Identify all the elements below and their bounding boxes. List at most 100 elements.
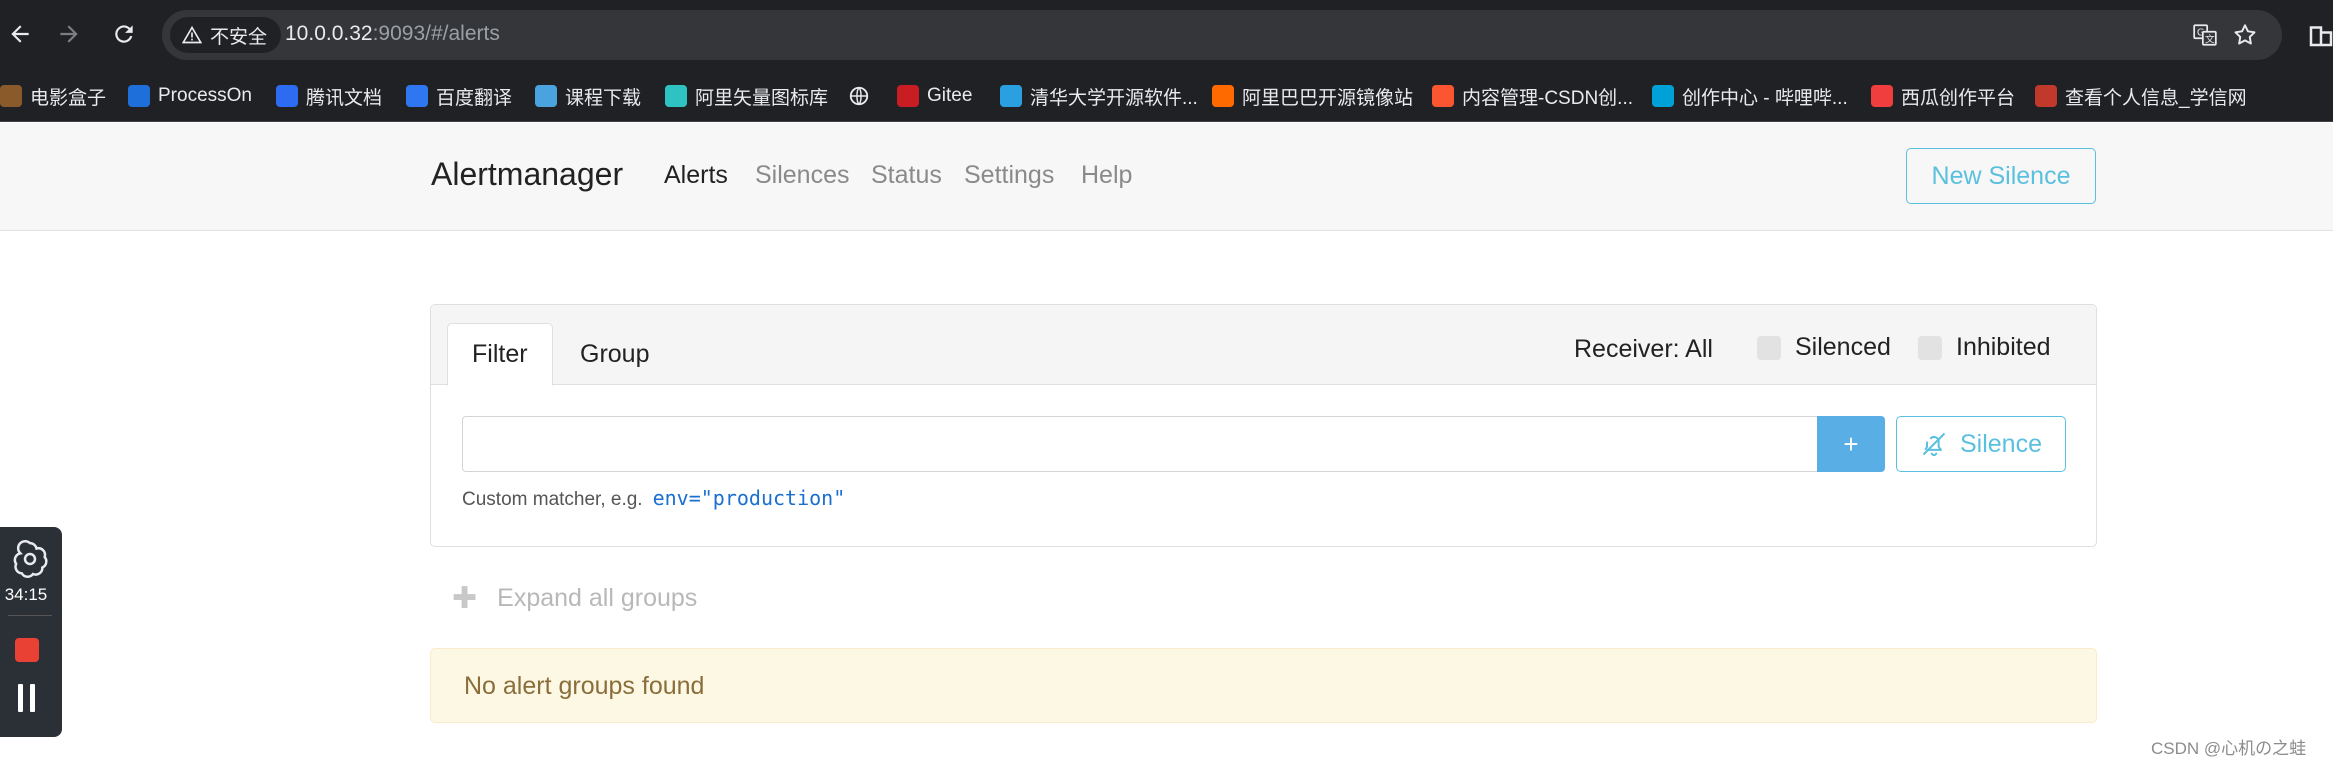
silence-button-label: Silence bbox=[1960, 429, 2042, 458]
bookmark-item[interactable]: 电影盒子 bbox=[0, 70, 106, 122]
plus-icon: ✚ bbox=[452, 582, 478, 615]
recorder-divider bbox=[8, 615, 52, 616]
brand-link[interactable]: Alertmanager bbox=[431, 156, 623, 193]
bookmark-star-button[interactable] bbox=[2230, 20, 2260, 50]
gitee-icon bbox=[897, 85, 919, 107]
film-icon bbox=[0, 85, 22, 107]
translate-icon: G文 bbox=[2193, 24, 2217, 46]
url-host: 10.0.0.32 bbox=[285, 22, 373, 45]
bookmark-label: 清华大学开源软件... bbox=[1030, 87, 1198, 109]
new-silence-button[interactable]: New Silence bbox=[1906, 148, 2096, 204]
extension-icon bbox=[2309, 26, 2333, 47]
browser-toolbar: 不安全 10.0.0.32:9093/#/alerts G文 bbox=[0, 0, 2333, 70]
bookmark-item[interactable]: 阿里巴巴开源镜像站 bbox=[1212, 70, 1413, 122]
hint-text: Custom matcher, e.g. bbox=[462, 489, 643, 510]
bookmark-item[interactable]: 创作中心 - 哔哩哔... bbox=[1652, 70, 1848, 122]
expand-all-groups-label: Expand all groups bbox=[497, 584, 698, 612]
pause-record-button[interactable] bbox=[16, 684, 38, 712]
bookmark-item[interactable]: 清华大学开源软件... bbox=[1000, 70, 1198, 122]
bookmark-item[interactable]: ProcessOn bbox=[128, 70, 252, 122]
silenced-checkbox[interactable]: Silenced bbox=[1757, 333, 1891, 362]
matcher-hint: Custom matcher, e.g. env="production" bbox=[462, 486, 845, 511]
bookmark-item[interactable]: 西瓜创作平台 bbox=[1871, 70, 2015, 122]
empty-alert-message: No alert groups found bbox=[430, 648, 2097, 723]
pause-icon-bar-left bbox=[18, 684, 23, 712]
aliyun-icon bbox=[1212, 85, 1234, 107]
nav-status[interactable]: Status bbox=[871, 161, 942, 190]
bookmark-label: 阿里巴巴开源镜像站 bbox=[1242, 87, 1414, 109]
bookmark-label: 腾讯文档 bbox=[306, 87, 383, 109]
nav-settings[interactable]: Settings bbox=[964, 161, 1054, 190]
bookmark-label: 西瓜创作平台 bbox=[1901, 87, 2016, 109]
stop-record-button[interactable] bbox=[15, 638, 39, 662]
bookmark-label: 创作中心 - 哔哩哔... bbox=[1682, 87, 1848, 109]
pause-icon-bar-right bbox=[30, 684, 35, 712]
bookmarks-bar: 电影盒子 ProcessOn 腾讯文档 百度翻译 课程下载 阿里矢量图标库 Gitee 清华大… bbox=[0, 70, 2333, 122]
bookmark-label: 阿里矢量图标库 bbox=[695, 87, 829, 109]
back-arrow-icon bbox=[11, 25, 29, 43]
globe-icon bbox=[848, 85, 870, 107]
hint-example: env="production" bbox=[652, 486, 846, 510]
matcher-input[interactable] bbox=[462, 416, 1818, 472]
add-matcher-button[interactable]: + bbox=[1817, 416, 1885, 472]
course-download-icon bbox=[535, 85, 557, 107]
silenced-label: Silenced bbox=[1795, 333, 1891, 361]
reload-icon bbox=[115, 25, 133, 43]
inhibited-checkbox-box[interactable] bbox=[1918, 335, 1942, 360]
chsi-icon bbox=[2035, 85, 2057, 107]
bell-slash-icon bbox=[1922, 432, 1946, 457]
screen-recorder-widget: 34:15 bbox=[0, 527, 62, 737]
nav-help[interactable]: Help bbox=[1081, 161, 1132, 190]
silenced-checkbox-box[interactable] bbox=[1757, 335, 1781, 360]
watermark: CSDN @心机の之蛙 bbox=[2151, 739, 2307, 758]
inhibited-checkbox[interactable]: Inhibited bbox=[1918, 333, 2051, 362]
recorder-time: 34:15 bbox=[4, 585, 48, 604]
tencent-docs-icon bbox=[276, 85, 298, 107]
app-navbar: Alertmanager Alerts Silences Status Sett… bbox=[0, 123, 2333, 231]
bilibili-icon bbox=[1652, 85, 1674, 107]
inhibited-label: Inhibited bbox=[1956, 333, 2051, 361]
star-icon bbox=[2234, 24, 2256, 45]
svg-text:文: 文 bbox=[2205, 33, 2215, 46]
bookmark-label: 课程下载 bbox=[565, 87, 642, 109]
bookmark-label: 内容管理-CSDN创... bbox=[1462, 87, 1634, 109]
forward-button[interactable] bbox=[49, 14, 89, 54]
silence-button[interactable]: Silence bbox=[1896, 416, 2066, 472]
warning-icon bbox=[182, 25, 202, 44]
processon-icon bbox=[128, 85, 150, 107]
empty-alert-text: No alert groups found bbox=[464, 672, 705, 700]
bookmark-item[interactable]: 课程下载 bbox=[535, 70, 641, 122]
extensions-button[interactable] bbox=[2306, 20, 2333, 50]
bookmark-item[interactable] bbox=[848, 70, 870, 122]
bookmark-label: 查看个人信息_学信网 bbox=[2065, 87, 2247, 109]
bookmark-item[interactable]: 查看个人信息_学信网 bbox=[2035, 70, 2247, 122]
bookmark-item[interactable]: 阿里矢量图标库 bbox=[665, 70, 828, 122]
tab-filter[interactable]: Filter bbox=[447, 323, 553, 386]
nav-silences[interactable]: Silences bbox=[755, 161, 850, 190]
recorder-logo-icon bbox=[13, 540, 48, 578]
bookmark-label: Gitee bbox=[927, 85, 973, 106]
reload-button[interactable] bbox=[104, 14, 144, 54]
bookmark-label: 电影盒子 bbox=[30, 87, 107, 109]
iconfont-icon bbox=[665, 85, 687, 107]
url-text: 10.0.0.32:9093/#/alerts bbox=[285, 22, 500, 46]
forward-arrow-icon bbox=[60, 25, 78, 43]
translate-button[interactable]: G文 bbox=[2190, 20, 2220, 50]
bookmark-item[interactable]: 腾讯文档 bbox=[276, 70, 382, 122]
receiver-dropdown[interactable]: Receiver: All bbox=[1574, 335, 1713, 364]
back-button[interactable] bbox=[0, 14, 40, 54]
security-chip[interactable]: 不安全 bbox=[170, 17, 282, 53]
filter-card: Filter Group Receiver: All Silenced Inhi… bbox=[430, 304, 2097, 547]
security-label: 不安全 bbox=[210, 26, 268, 48]
bookmark-label: ProcessOn bbox=[158, 85, 252, 106]
bookmark-label: 百度翻译 bbox=[436, 87, 513, 109]
nav-alerts[interactable]: Alerts bbox=[664, 161, 728, 190]
address-bar[interactable]: 不安全 10.0.0.32:9093/#/alerts G文 bbox=[162, 10, 2282, 60]
baidu-translate-icon bbox=[406, 85, 428, 107]
tab-group[interactable]: Group bbox=[556, 323, 673, 386]
screen: 不安全 10.0.0.32:9093/#/alerts G文 电影盒子 Proce… bbox=[0, 0, 2333, 767]
bookmark-item[interactable]: 内容管理-CSDN创... bbox=[1432, 70, 1633, 122]
bookmark-item[interactable]: Gitee bbox=[897, 70, 972, 122]
expand-all-groups-button[interactable]: ✚ Expand all groups bbox=[452, 581, 697, 616]
bookmark-item[interactable]: 百度翻译 bbox=[406, 70, 512, 122]
